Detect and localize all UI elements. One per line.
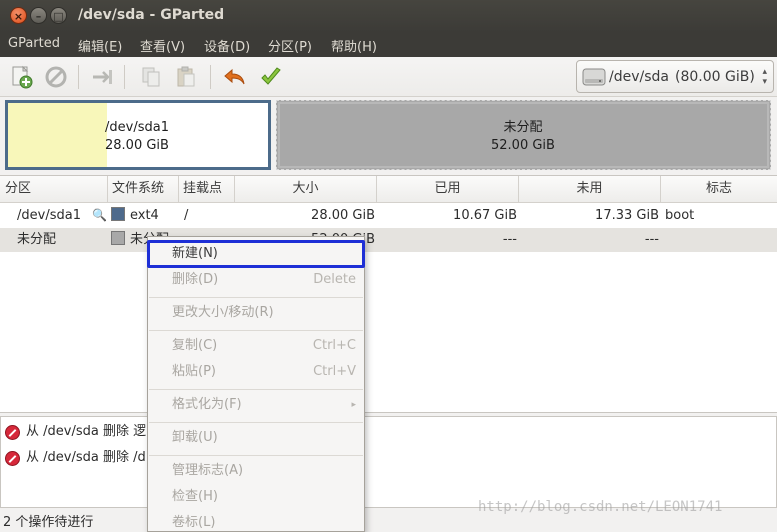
- column-header-used[interactable]: 已用: [377, 176, 519, 203]
- pending-operations-list: 从 /dev/sda 删除 逻 从 /dev/sda 删除 /d: [0, 416, 777, 508]
- menu-item-label: 卸载(U): [172, 430, 218, 445]
- menu-item-label-partition[interactable]: 卷标(L): [148, 511, 364, 532]
- toolbar-separator: [124, 65, 125, 89]
- menu-separator: [149, 455, 363, 456]
- delete-icon[interactable]: [43, 64, 69, 90]
- submenu-arrow-icon: ▸: [351, 400, 356, 410]
- dropdown-arrows-icon: ▴ ▾: [762, 67, 767, 87]
- menu-partition[interactable]: 分区(P): [268, 36, 312, 55]
- delete-operation-icon: [5, 451, 20, 466]
- partition-block-name: 未分配: [503, 120, 543, 135]
- partition-block-sda1[interactable]: /dev/sda1 28.00 GiB: [5, 100, 271, 170]
- column-header-mountpoint[interactable]: 挂载点: [179, 176, 235, 203]
- delete-operation-icon: [5, 425, 20, 440]
- menu-item-label: 卷标(L): [172, 515, 216, 530]
- menu-item-format-as[interactable]: 格式化为(F) ▸: [148, 393, 364, 417]
- partition-map: /dev/sda1 28.00 GiB 未分配 52.00 GiB: [0, 97, 777, 174]
- undo-icon[interactable]: [222, 64, 248, 90]
- used-space-bar: [8, 103, 107, 167]
- window-title: /dev/sda - GParted: [78, 7, 225, 23]
- cell-used: 10.67 GiB: [453, 208, 517, 223]
- menu-item-accelerator: Ctrl+V: [313, 364, 356, 379]
- menu-item-accelerator: Delete: [313, 272, 356, 287]
- menu-item-paste[interactable]: 粘贴(P) Ctrl+V: [148, 360, 364, 384]
- menu-item-copy[interactable]: 复制(C) Ctrl+C: [148, 334, 364, 358]
- menu-item-label: 删除(D): [172, 272, 219, 287]
- menu-item-label: 复制(C): [172, 338, 218, 353]
- menu-item-label: 粘贴(P): [172, 364, 216, 379]
- menu-device[interactable]: 设备(D): [204, 36, 250, 55]
- device-label: /dev/sda: [609, 69, 669, 85]
- column-header-unused[interactable]: 未用: [519, 176, 661, 203]
- status-text: 2 个操作待进行: [3, 515, 94, 530]
- table-row[interactable]: 未分配 未分配 52.00 GiB --- ---: [0, 228, 777, 252]
- menubar: GParted 编辑(E) 查看(V) 设备(D) 分区(P) 帮助(H): [0, 32, 777, 57]
- cell-unused: ---: [644, 232, 659, 247]
- column-header-flags[interactable]: 标志: [661, 176, 777, 203]
- menu-help[interactable]: 帮助(H): [331, 36, 377, 55]
- menu-item-manage-flags[interactable]: 管理标志(A): [148, 459, 364, 483]
- partition-block-name: /dev/sda1: [105, 120, 169, 135]
- column-header-filesystem[interactable]: 文件系统: [108, 176, 179, 203]
- column-header-partition[interactable]: 分区: [0, 176, 108, 203]
- menu-item-label: 更改大小/移动(R): [172, 305, 274, 320]
- cell-partition: /dev/sda1: [17, 208, 81, 223]
- cell-used: ---: [502, 232, 517, 247]
- menu-item-unmount[interactable]: 卸载(U): [148, 426, 364, 450]
- highlight-annotation: [147, 240, 365, 268]
- menu-edit[interactable]: 编辑(E): [78, 36, 122, 55]
- hard-disk-icon: [582, 66, 606, 88]
- partition-block-size: 52.00 GiB: [491, 138, 555, 153]
- menu-item-label: 检查(H): [172, 489, 218, 504]
- menu-item-label: 格式化为(F): [172, 397, 242, 412]
- operation-text: 从 /dev/sda 删除 逻: [26, 424, 147, 439]
- table-header: 分区 文件系统 挂载点 大小 已用 未用 标志: [0, 176, 777, 203]
- cell-mountpoint: /: [184, 208, 189, 223]
- operation-text: 从 /dev/sda 删除 /d: [26, 450, 146, 465]
- menu-item-resize-move[interactable]: 更改大小/移动(R): [148, 301, 364, 325]
- paste-icon[interactable]: [173, 64, 199, 90]
- maximize-icon[interactable]: □: [50, 7, 67, 24]
- filesystem-color-swatch: [111, 207, 125, 221]
- menu-gparted[interactable]: GParted: [8, 36, 60, 51]
- cell-size: 28.00 GiB: [311, 208, 375, 223]
- copy-icon[interactable]: [138, 64, 164, 90]
- menu-item-label: 管理标志(A): [172, 463, 244, 478]
- menu-separator: [149, 389, 363, 390]
- device-selector[interactable]: /dev/sda (80.00 GiB) ▴ ▾: [576, 60, 774, 93]
- apply-icon[interactable]: [258, 64, 284, 90]
- minimize-icon[interactable]: –: [30, 7, 47, 24]
- partition-table: 分区 文件系统 挂载点 大小 已用 未用 标志 /dev/sda1 🔍 ext4…: [0, 175, 777, 413]
- close-icon[interactable]: ×: [10, 7, 27, 24]
- resize-move-icon[interactable]: [89, 64, 115, 90]
- menu-item-check[interactable]: 检查(H): [148, 485, 364, 509]
- cell-partition: 未分配: [17, 232, 57, 247]
- key-icon: 🔍: [92, 208, 107, 222]
- cell-flags: boot: [665, 208, 695, 223]
- menu-item-delete[interactable]: 删除(D) Delete: [148, 268, 364, 292]
- column-header-size[interactable]: 大小: [235, 176, 377, 203]
- context-menu: 新建(N) 删除(D) Delete 更改大小/移动(R) 复制(C) Ctrl…: [147, 236, 365, 532]
- new-partition-icon[interactable]: [9, 64, 35, 90]
- toolbar-separator: [210, 65, 211, 89]
- menu-item-accelerator: Ctrl+C: [312, 338, 356, 353]
- cell-filesystem: ext4: [111, 204, 179, 228]
- partition-block-size: 28.00 GiB: [105, 138, 169, 153]
- menu-separator: [149, 330, 363, 331]
- menu-view[interactable]: 查看(V): [140, 36, 185, 55]
- title-bar: × – □ /dev/sda - GParted: [0, 0, 777, 32]
- toolbar-separator: [78, 65, 79, 89]
- table-row[interactable]: /dev/sda1 🔍 ext4 / 28.00 GiB 10.67 GiB 1…: [0, 204, 777, 228]
- filesystem-color-swatch: [111, 231, 125, 245]
- watermark-text: http://blog.csdn.net/LEON1741: [478, 499, 723, 515]
- cell-filesystem-label: ext4: [130, 208, 159, 223]
- menu-separator: [149, 297, 363, 298]
- device-size: (80.00 GiB): [675, 69, 755, 85]
- menu-separator: [149, 422, 363, 423]
- partition-block-unallocated[interactable]: 未分配 52.00 GiB: [276, 100, 771, 170]
- cell-unused: 17.33 GiB: [595, 208, 659, 223]
